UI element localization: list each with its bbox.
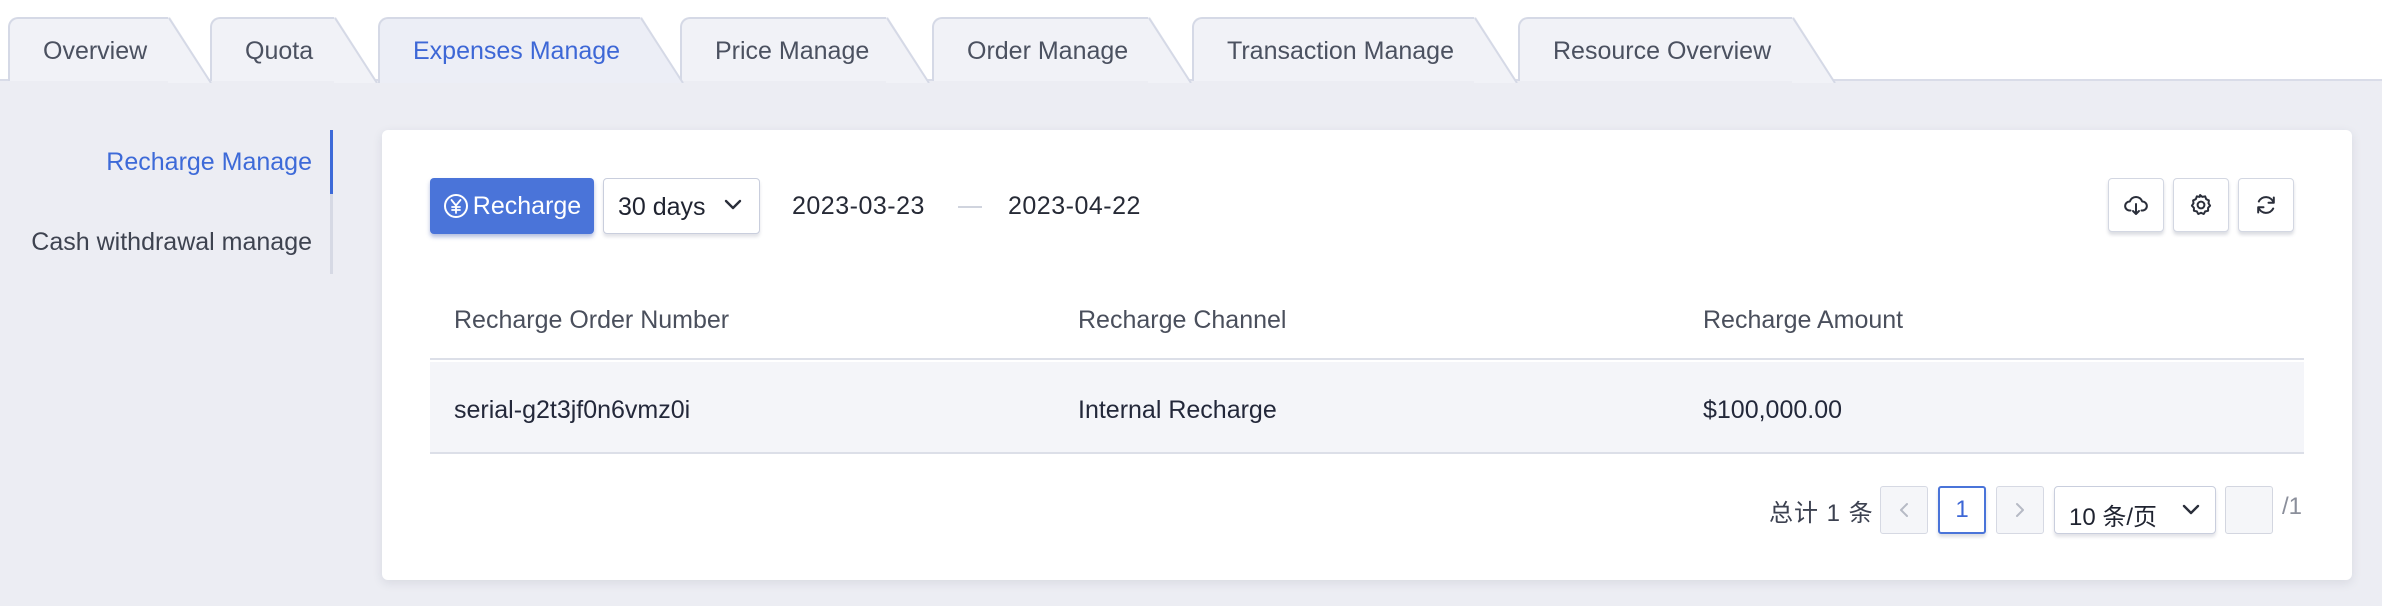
cell-order-number: serial-g2t3jf0n6vmz0i [454, 396, 691, 424]
cell-amount: $100,000.00 [1703, 396, 1843, 424]
tab-ear-decoration [1148, 17, 1192, 83]
main-card: Recharge 30 days 2023-03-23 2023-04-22 R… [382, 130, 2352, 580]
pagination-total-pages: /1 [2282, 493, 2303, 520]
yuan-circle-icon [443, 194, 468, 218]
date-range-separator [958, 206, 982, 208]
column-header-channel: Recharge Channel [1078, 306, 1287, 334]
date-range-select-value: 30 days [618, 193, 706, 221]
page-jump-input[interactable] [2225, 486, 2273, 534]
chevron-right-icon [2016, 503, 2024, 517]
next-page-button[interactable] [1996, 486, 2044, 534]
tab-overview[interactable]: Overview [8, 17, 212, 83]
tab-ear-decoration [168, 17, 212, 83]
sidebar-active-indicator [330, 130, 333, 194]
tab-ear-decoration [1474, 17, 1518, 83]
cloud-download-icon [2124, 195, 2148, 215]
pagination-total: 总计 1 条 [1769, 500, 1874, 527]
settings-button[interactable] [2173, 178, 2229, 232]
sidebar-item-cash-withdrawal-manage[interactable]: Cash withdrawal manage [31, 228, 312, 257]
date-start-input[interactable]: 2023-03-23 [792, 192, 925, 221]
tab-quota[interactable]: Quota [210, 17, 378, 83]
tab-expenses-manage[interactable]: Expenses Manage [378, 17, 684, 83]
table-header: Recharge Order Number Recharge Channel R… [430, 274, 2304, 360]
table-row[interactable]: serial-g2t3jf0n6vmz0i Internal Recharge … [430, 362, 2304, 454]
recharge-button-label: Recharge [472, 191, 582, 220]
tab-ear-decoration [1792, 17, 1836, 83]
page-size-select[interactable]: 10 条/页 [2054, 486, 2216, 534]
settings-icon [2190, 194, 2212, 215]
tab-label: Expenses Manage [413, 37, 621, 65]
chevron-left-icon [1900, 503, 1908, 517]
tab-label: Overview [43, 37, 148, 65]
page-number-current[interactable]: 1 [1938, 486, 1986, 534]
top-tab-bar: Overview Quota Expenses Manage Price Man… [0, 0, 2382, 83]
chevron-down-icon [724, 199, 742, 210]
refresh-icon [2257, 196, 2275, 214]
tab-ear-decoration [334, 17, 378, 83]
tab-ear-decoration [640, 17, 684, 83]
tab-transaction-manage[interactable]: Transaction Manage [1192, 17, 1518, 83]
page-size-select-value: 10 条/页 [2069, 504, 2158, 531]
recharge-button[interactable]: Recharge [430, 178, 594, 234]
prev-page-button[interactable] [1880, 486, 1928, 534]
column-header-amount: Recharge Amount [1703, 306, 1904, 334]
tab-ear-decoration [886, 17, 930, 83]
tab-label: Transaction Manage [1227, 37, 1454, 65]
tab-price-manage[interactable]: Price Manage [680, 17, 930, 83]
sidebar-item-recharge-manage[interactable]: Recharge Manage [106, 148, 312, 177]
tab-resource-overview[interactable]: Resource Overview [1518, 17, 1836, 83]
chevron-down-icon [2182, 504, 2200, 515]
tab-label: Order Manage [967, 37, 1129, 65]
tab-label: Resource Overview [1553, 37, 1772, 65]
tab-label: Quota [245, 37, 314, 65]
refresh-button[interactable] [2238, 178, 2294, 232]
tab-label: Price Manage [715, 37, 870, 65]
download-button[interactable] [2108, 178, 2164, 232]
column-header-order-number: Recharge Order Number [454, 306, 730, 334]
date-range-select[interactable]: 30 days [603, 178, 760, 234]
date-end-input[interactable]: 2023-04-22 [1008, 192, 1141, 221]
cell-channel: Internal Recharge [1078, 396, 1277, 424]
tab-order-manage[interactable]: Order Manage [932, 17, 1192, 83]
